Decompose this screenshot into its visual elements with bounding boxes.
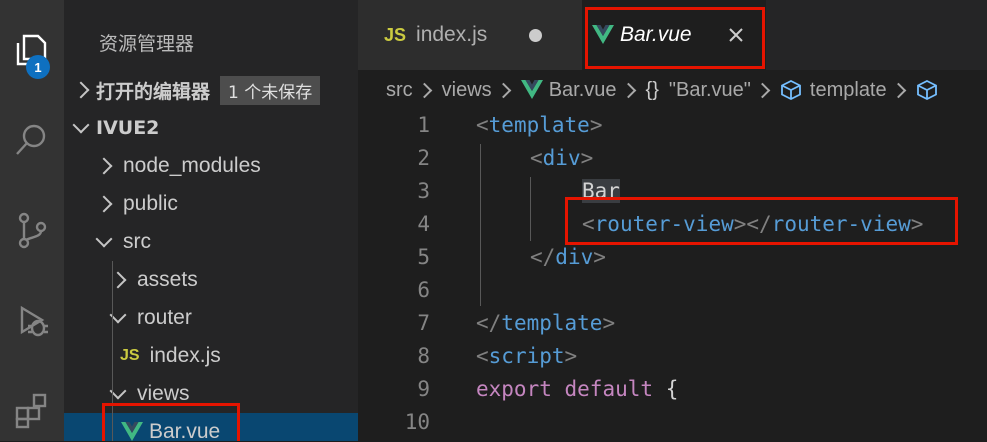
tree-item-public[interactable]: public [64, 185, 358, 223]
chevron-down-icon [72, 116, 90, 134]
line-number: 2 [417, 146, 430, 170]
tree-item-router[interactable]: router [64, 299, 358, 337]
line-number: 5 [417, 245, 430, 269]
code-line-8: <script> [476, 344, 578, 368]
tree-item-node-modules[interactable]: node_modules [64, 147, 358, 185]
sidebar-title: 资源管理器 [99, 33, 195, 55]
brace: { [665, 377, 679, 401]
code-line-7: </template> [476, 311, 616, 335]
line-number: 9 [417, 377, 430, 401]
code-line-5: </div> [530, 245, 606, 269]
breadcrumb-component[interactable]: "Bar.vue" [669, 79, 751, 102]
chevron-down-icon [95, 230, 113, 248]
js-file-icon: JS [120, 347, 140, 364]
activity-bar: 1 [0, 0, 64, 441]
tag-name: template [501, 311, 603, 335]
unsaved-badge: 1 个未保存 [220, 75, 321, 105]
highlight-box [102, 403, 240, 441]
tree-item-label: assets [137, 268, 198, 291]
extensions-icon[interactable] [0, 378, 64, 442]
tag-name: div [555, 245, 594, 269]
line-number: 3 [417, 179, 430, 203]
code-line-1: <template> [476, 113, 603, 137]
explorer-sidebar: 资源管理器 打开的编辑器 1 个未保存 IVUE2 node_modules p… [64, 0, 358, 441]
code-line-2: <div> [530, 146, 594, 170]
breadcrumb-template[interactable]: template [810, 79, 887, 102]
search-icon[interactable] [0, 108, 64, 172]
line-number: 7 [417, 311, 430, 335]
unsaved-dot-icon[interactable] [529, 28, 543, 42]
chevron-right-icon [495, 82, 511, 98]
chevron-right-icon [416, 82, 432, 98]
chevron-right-icon [754, 82, 771, 98]
chevron-right-icon [890, 82, 906, 98]
tree-item-label: router [137, 306, 192, 329]
tree-item-label: src [123, 230, 151, 253]
highlight-box [585, 7, 765, 69]
tag-name: div [542, 146, 581, 170]
breadcrumb: src views Bar.vue {} "Bar.vue" template [358, 70, 987, 110]
tab-label: index.js [416, 23, 488, 46]
tree-item-src[interactable]: src [64, 223, 358, 261]
breadcrumb-file[interactable]: Bar.vue [549, 79, 617, 102]
line-number: 6 [417, 278, 430, 302]
tag-name: template [488, 113, 590, 137]
line-number: 8 [417, 344, 430, 368]
source-control-icon[interactable] [0, 198, 64, 262]
vue-file-icon [520, 80, 549, 100]
braces-icon: {} [645, 78, 659, 101]
tab-index-js[interactable]: JS index.js [358, 0, 582, 70]
chevron-right-icon [95, 195, 113, 213]
indent-guide [530, 177, 531, 241]
project-section[interactable]: IVUE2 [64, 109, 358, 147]
tree-item-label: node_modules [123, 154, 261, 177]
run-debug-icon[interactable] [0, 288, 64, 352]
code-editor[interactable]: 1 2 3 4 5 6 7 8 9 10 <template> <div> Ba… [358, 110, 987, 441]
tree-item-assets[interactable]: assets [64, 261, 358, 299]
line-number: 4 [417, 212, 430, 236]
project-name: IVUE2 [96, 117, 160, 139]
highlight-box [565, 197, 958, 245]
unsaved-count-badge: 1 [26, 55, 50, 79]
keyword: export [476, 377, 552, 401]
cube-icon [780, 79, 802, 101]
open-editors-section[interactable]: 打开的编辑器 1 个未保存 [64, 71, 358, 109]
tree-item-label: index.js [149, 344, 221, 367]
chevron-right-icon [72, 81, 90, 99]
chevron-right-icon [95, 157, 113, 175]
tree-item-label: public [123, 192, 178, 215]
js-file-icon: JS [384, 24, 407, 45]
code-line-9: export default { [476, 377, 678, 401]
tree-item-index-js[interactable]: JS index.js [64, 337, 358, 375]
open-editors-label: 打开的编辑器 [96, 80, 211, 103]
line-number: 10 [404, 410, 430, 434]
breadcrumb-views[interactable]: views [442, 79, 492, 102]
chevron-right-icon [620, 82, 636, 98]
breadcrumb-src[interactable]: src [386, 79, 413, 102]
line-number: 1 [417, 113, 430, 137]
cube-icon [916, 79, 938, 101]
keyword: default [564, 377, 654, 401]
tag-name: script [488, 344, 565, 368]
indent-guide [480, 144, 481, 306]
